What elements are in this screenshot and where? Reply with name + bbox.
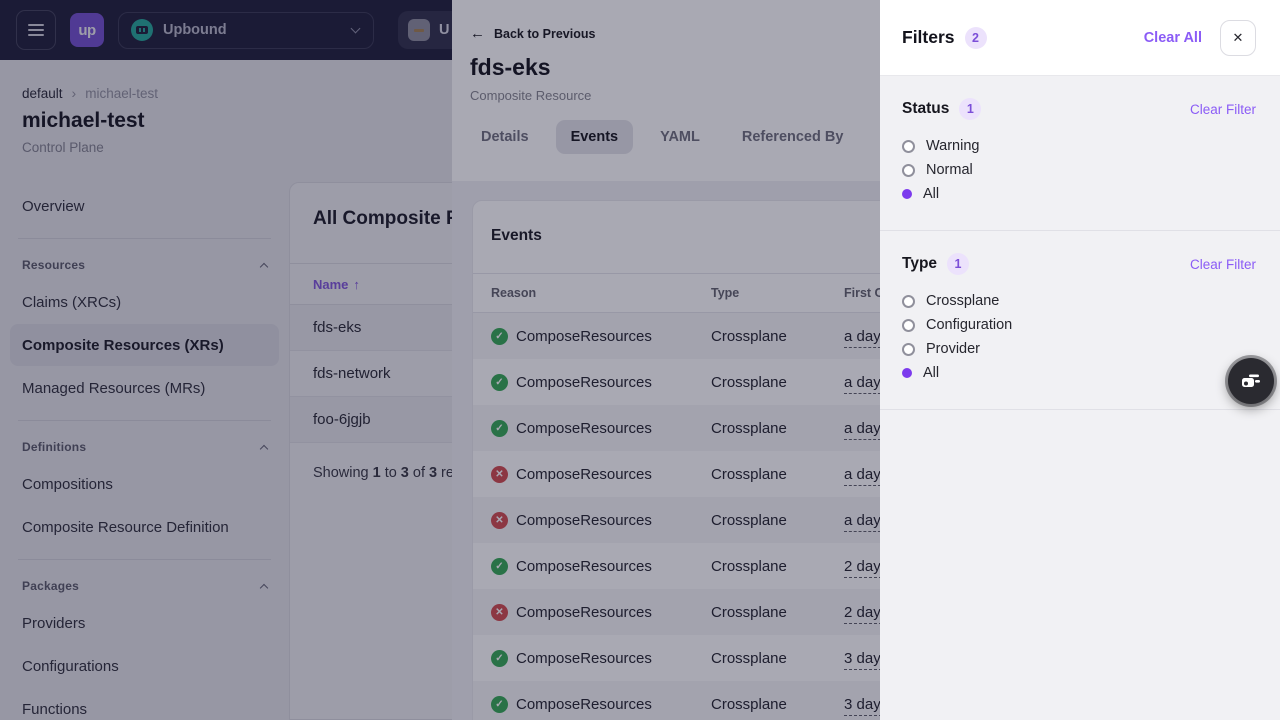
radio-selected-icon[interactable] bbox=[902, 368, 912, 378]
filters-drawer: Filters 2 Clear All ✕ Status 1 Clear Fil… bbox=[880, 0, 1280, 720]
radio-icon[interactable] bbox=[902, 164, 915, 177]
radio-option-crossplane[interactable]: Crossplane bbox=[902, 289, 1256, 313]
filters-title: Filters bbox=[902, 27, 955, 48]
type-count-badge: 1 bbox=[947, 253, 969, 275]
clear-status-filter-button[interactable]: Clear Filter bbox=[1190, 102, 1256, 117]
filters-header: Filters 2 Clear All ✕ bbox=[880, 0, 1280, 76]
radio-option-normal[interactable]: Normal bbox=[902, 158, 1256, 182]
list-card-icon bbox=[1240, 370, 1262, 392]
feedback-widget-button[interactable] bbox=[1228, 358, 1274, 404]
status-count-badge: 1 bbox=[959, 98, 981, 120]
radio-icon[interactable] bbox=[902, 319, 915, 332]
radio-option-status-all[interactable]: All bbox=[902, 182, 1256, 206]
filter-section-type: Type 1 Clear Filter Crossplane Configura… bbox=[880, 231, 1280, 410]
filter-section-status: Status 1 Clear Filter Warning Normal All bbox=[880, 76, 1280, 231]
radio-option-type-all[interactable]: All bbox=[902, 361, 1256, 385]
clear-type-filter-button[interactable]: Clear Filter bbox=[1190, 257, 1256, 272]
radio-icon[interactable] bbox=[902, 295, 915, 308]
radio-option-configuration[interactable]: Configuration bbox=[902, 313, 1256, 337]
radio-icon[interactable] bbox=[902, 140, 915, 153]
clear-all-button[interactable]: Clear All bbox=[1144, 30, 1202, 46]
radio-option-provider[interactable]: Provider bbox=[902, 337, 1256, 361]
filters-count-badge: 2 bbox=[965, 27, 987, 49]
status-section-title: Status bbox=[902, 100, 949, 118]
radio-icon[interactable] bbox=[902, 343, 915, 356]
type-section-title: Type bbox=[902, 255, 937, 273]
close-icon[interactable]: ✕ bbox=[1220, 20, 1256, 56]
radio-selected-icon[interactable] bbox=[902, 189, 912, 199]
radio-option-warning[interactable]: Warning bbox=[902, 134, 1256, 158]
